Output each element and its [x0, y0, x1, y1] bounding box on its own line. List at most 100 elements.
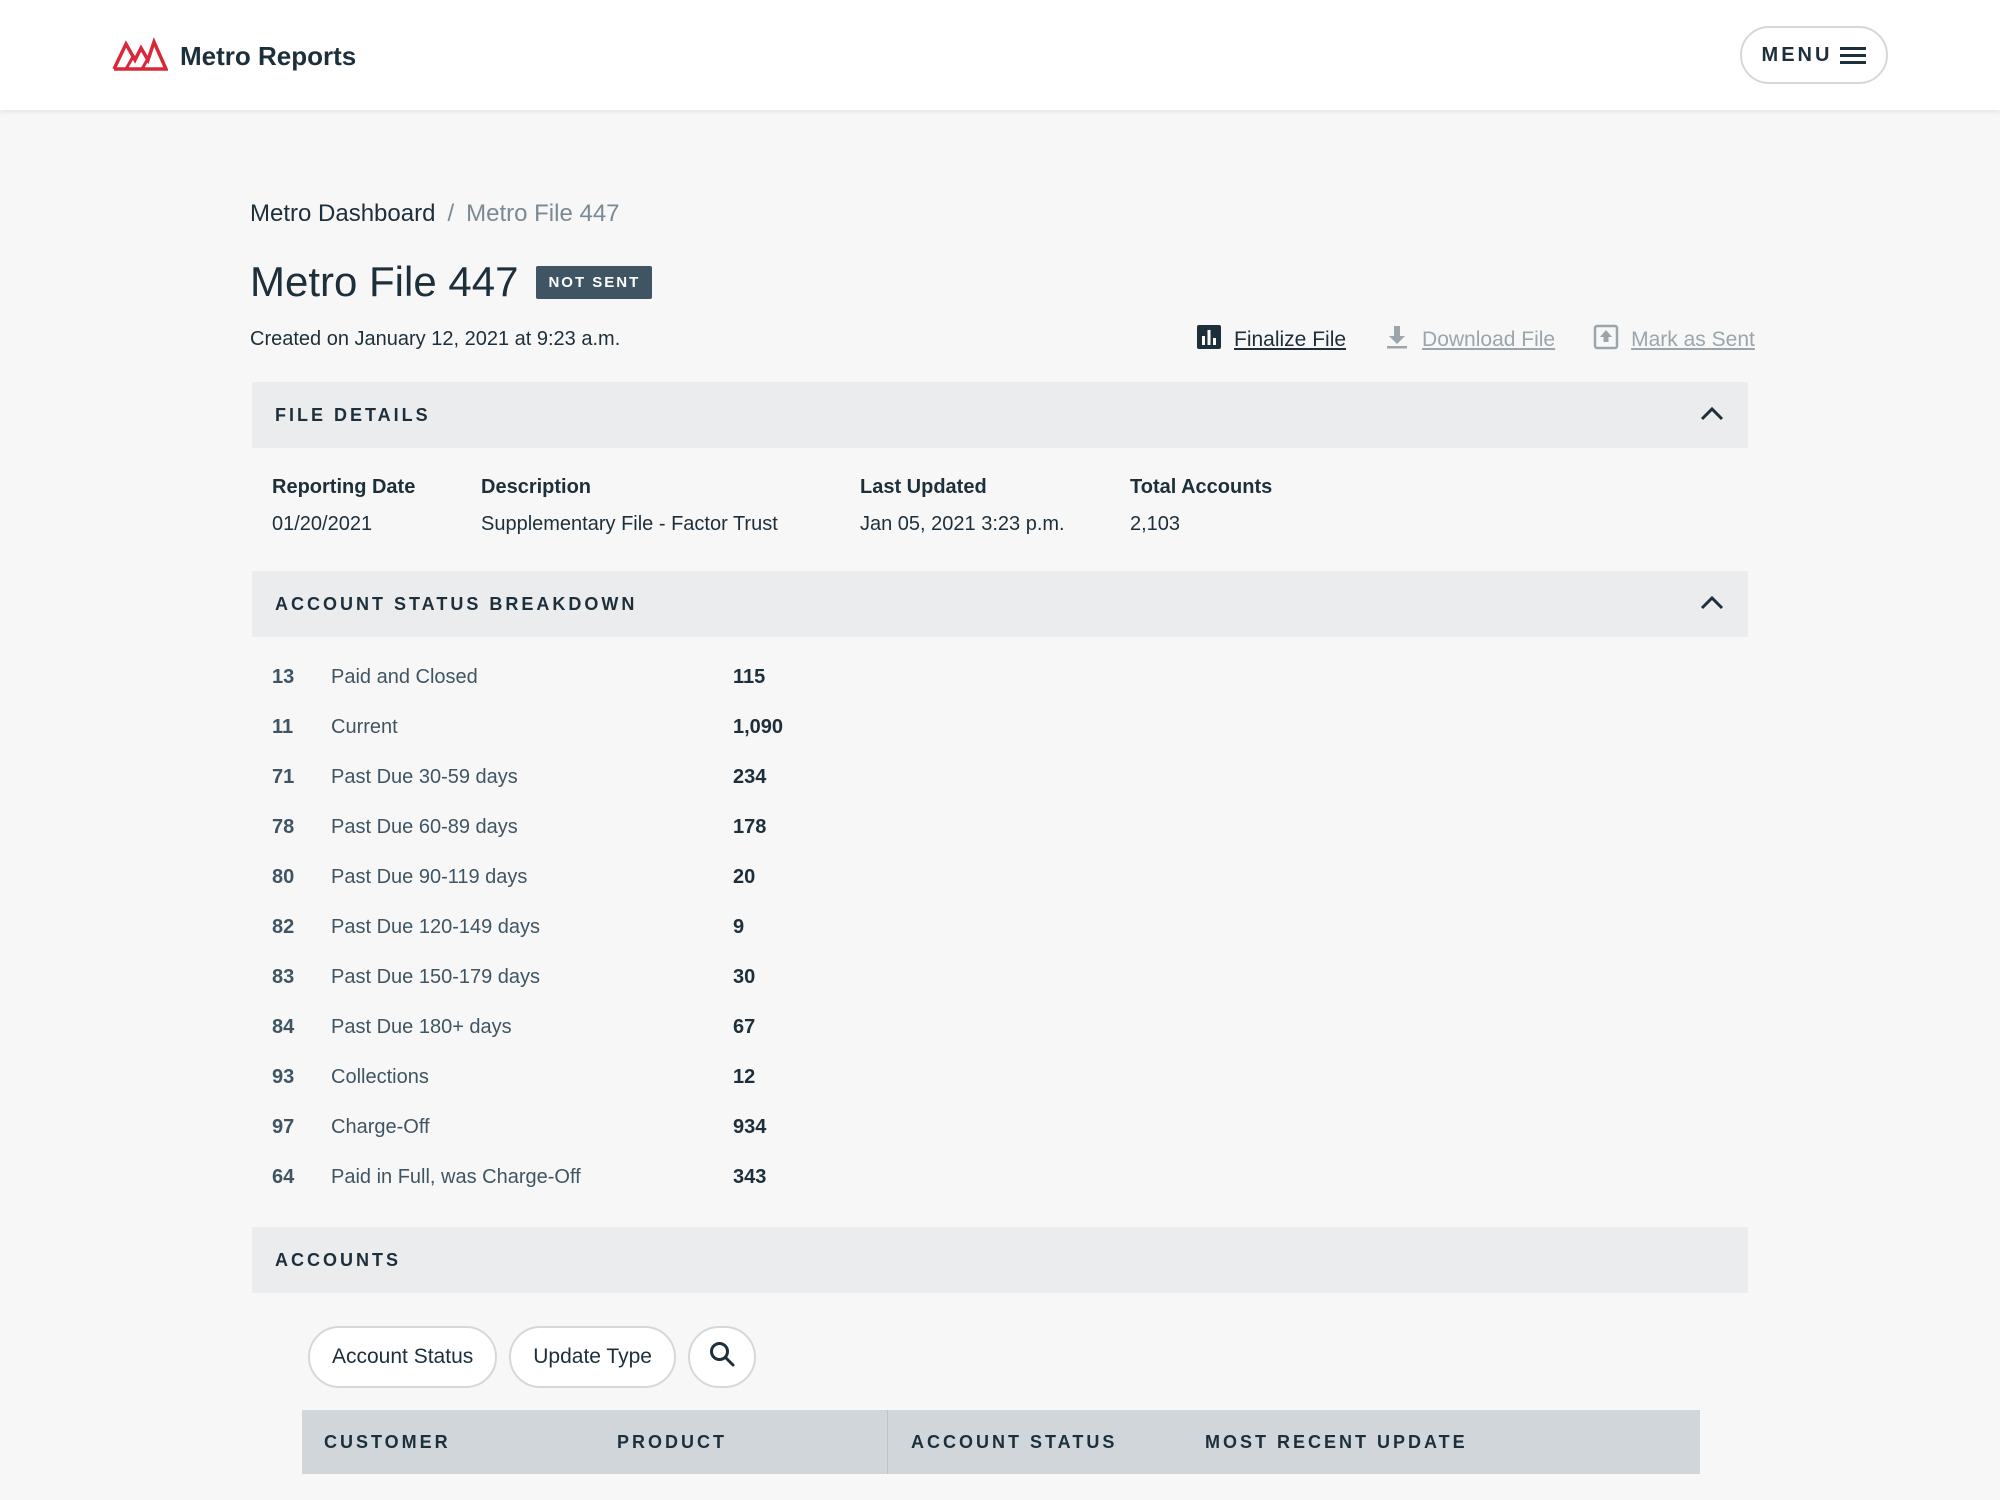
update-type-filter-button[interactable]: Update Type: [509, 1326, 676, 1388]
download-icon: [1384, 324, 1410, 356]
status-count: 178: [733, 816, 767, 838]
column-header-customer[interactable]: CUSTOMER: [324, 1432, 451, 1453]
status-name: Current: [331, 716, 398, 738]
status-name: Past Due 180+ days: [331, 1016, 512, 1038]
status-code: 71: [272, 766, 295, 788]
list-item: 93 Collections 12: [272, 1058, 972, 1108]
accounts-title: ACCOUNTS: [275, 1249, 401, 1270]
account-status-breakdown-list: 13 Paid and Closed 115 11 Current 1,090 …: [272, 658, 972, 1208]
list-item: 83 Past Due 150-179 days 30: [272, 958, 972, 1008]
status-count: 234: [733, 766, 767, 788]
chevron-up-icon[interactable]: [1700, 405, 1724, 426]
search-button[interactable]: [687, 1326, 756, 1388]
file-title: Metro File 447: [250, 258, 519, 305]
file-actions: Finalize File Download File Mark as Sent: [1196, 322, 1755, 358]
page-title: Metro File 447 NOT SENT: [250, 258, 653, 306]
list-item: 97 Charge-Off 934: [272, 1108, 972, 1158]
hamburger-icon: [1840, 46, 1867, 64]
list-item: 11 Current 1,090: [272, 708, 972, 758]
menu-button[interactable]: MENU: [1740, 26, 1888, 84]
status-count: 343: [733, 1166, 767, 1188]
status-count: 67: [733, 1016, 756, 1038]
menu-label: MENU: [1761, 43, 1833, 66]
brand-logo[interactable]: Metro Reports: [112, 36, 356, 76]
list-item: 84 Past Due 180+ days 67: [272, 1008, 972, 1058]
search-icon: [708, 1340, 736, 1374]
status-name: Past Due 90-119 days: [331, 866, 528, 888]
download-file-button[interactable]: Download File: [1384, 324, 1555, 356]
accounts-header: ACCOUNTS: [252, 1227, 1748, 1293]
top-navigation-bar: Metro Reports MENU: [0, 0, 2000, 110]
list-item: 71 Past Due 30-59 days 234: [272, 758, 972, 808]
status-name: Paid in Full, was Charge-Off: [331, 1166, 581, 1188]
status-code: 84: [272, 1016, 295, 1038]
status-count: 12: [733, 1066, 756, 1088]
status-name: Paid and Closed: [331, 666, 478, 688]
detail-value: Jan 05, 2021 3:23 p.m.: [860, 513, 1065, 535]
detail-value: Supplementary File - Factor Trust: [481, 513, 778, 535]
detail-label: Description: [481, 476, 592, 498]
status-count: 20: [733, 866, 756, 888]
finalize-file-label: Finalize File: [1234, 328, 1347, 351]
column-header-product[interactable]: PRODUCT: [617, 1432, 727, 1453]
status-name: Charge-Off: [331, 1116, 430, 1138]
status-code: 80: [272, 866, 295, 888]
detail-total-accounts: Total Accounts 2,103: [1130, 476, 1272, 536]
status-count: 115: [733, 666, 766, 688]
detail-label: Reporting Date: [272, 476, 416, 498]
breadcrumb-current: Metro File 447: [466, 200, 620, 227]
detail-label: Last Updated: [860, 476, 987, 498]
file-details-header[interactable]: FILE DETAILS: [252, 382, 1748, 448]
detail-reporting-date: Reporting Date 01/20/2021: [272, 476, 415, 536]
download-file-label: Download File: [1422, 328, 1556, 351]
status-code: 13: [272, 666, 295, 688]
brand-name: Metro Reports: [180, 40, 357, 71]
detail-description: Description Supplementary File - Factor …: [481, 476, 778, 536]
status-code: 64: [272, 1166, 295, 1188]
breadcrumb-separator: /: [447, 200, 455, 227]
detail-value: 2,103: [1130, 513, 1181, 535]
status-name: Collections: [331, 1066, 429, 1088]
mark-as-sent-button[interactable]: Mark as Sent: [1593, 324, 1755, 356]
detail-label: Total Accounts: [1130, 476, 1273, 498]
upload-box-icon: [1593, 324, 1619, 356]
column-header-most-recent-update[interactable]: MOST RECENT UPDATE: [1205, 1432, 1468, 1453]
status-badge: NOT SENT: [536, 265, 653, 299]
file-details-content: Reporting Date 01/20/2021 Description Su…: [272, 476, 1672, 546]
status-code: 93: [272, 1066, 295, 1088]
account-filters: Account Status Update Type: [308, 1326, 756, 1388]
list-item: 78 Past Due 60-89 days 178: [272, 808, 972, 858]
status-code: 83: [272, 966, 295, 988]
status-count: 934: [733, 1116, 767, 1138]
breadcrumb-dashboard-link[interactable]: Metro Dashboard: [250, 200, 435, 228]
status-code: 78: [272, 816, 295, 838]
list-item: 64 Paid in Full, was Charge-Off 343: [272, 1158, 972, 1208]
status-count: 30: [733, 966, 756, 988]
finalize-file-button[interactable]: Finalize File: [1196, 324, 1346, 356]
status-count: 9: [733, 916, 745, 938]
chevron-up-icon[interactable]: [1700, 594, 1724, 615]
status-name: Past Due 120-149 days: [331, 916, 541, 938]
detail-value: 01/20/2021: [272, 513, 373, 535]
status-code: 97: [272, 1116, 295, 1138]
list-item: 80 Past Due 90-119 days 20: [272, 858, 972, 908]
accounts-table-header: CUSTOMER PRODUCT ACCOUNT STATUS MOST REC…: [302, 1410, 1700, 1474]
mountain-logo-icon: [112, 36, 169, 77]
column-header-account-status[interactable]: ACCOUNT STATUS: [911, 1432, 1117, 1453]
breadcrumb: Metro Dashboard / Metro File 447: [250, 200, 620, 228]
detail-last-updated: Last Updated Jan 05, 2021 3:23 p.m.: [860, 476, 1065, 536]
status-name: Past Due 60-89 days: [331, 816, 518, 838]
created-timestamp: Created on January 12, 2021 at 9:23 a.m.: [250, 328, 621, 350]
list-item: 13 Paid and Closed 115: [272, 658, 972, 708]
account-status-filter-button[interactable]: Account Status: [308, 1326, 498, 1388]
status-name: Past Due 150-179 days: [331, 966, 541, 988]
column-divider: [887, 1410, 888, 1474]
breakdown-title: ACCOUNT STATUS BREAKDOWN: [275, 593, 638, 614]
status-count: 1,090: [733, 716, 784, 738]
status-name: Past Due 30-59 days: [331, 766, 518, 788]
account-status-breakdown-header[interactable]: ACCOUNT STATUS BREAKDOWN: [252, 571, 1748, 637]
list-item: 82 Past Due 120-149 days 9: [272, 908, 972, 958]
mark-as-sent-label: Mark as Sent: [1631, 328, 1755, 351]
status-code: 82: [272, 916, 295, 938]
status-code: 11: [272, 716, 294, 738]
